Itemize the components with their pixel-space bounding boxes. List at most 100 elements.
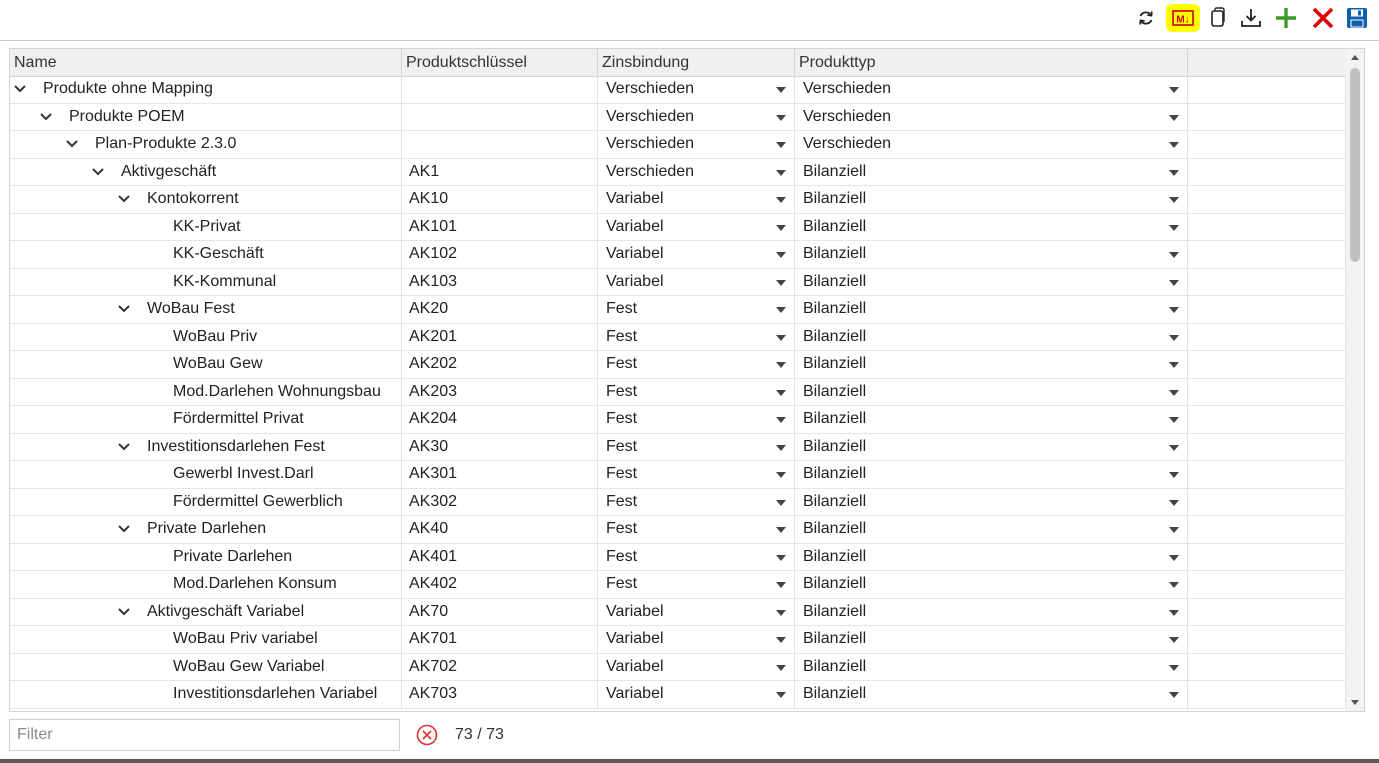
dropdown-arrow-icon[interactable] [776, 664, 786, 671]
dropdown-arrow-icon[interactable] [776, 499, 786, 506]
chevron-down-icon[interactable] [92, 167, 104, 177]
column-header-zinsbindung[interactable]: Zinsbindung [598, 49, 795, 76]
scrollbar-thumb[interactable] [1350, 68, 1360, 262]
dropdown-arrow-icon[interactable] [1169, 444, 1179, 451]
zinsbindung-dropdown[interactable]: Fest [598, 488, 795, 515]
zinsbindung-dropdown[interactable]: Fest [598, 296, 795, 323]
produkttyp-dropdown[interactable]: Bilanziell [795, 158, 1188, 185]
dropdown-arrow-icon[interactable] [1169, 664, 1179, 671]
table-row[interactable]: Kontokorrent AK10 Variabel Bilanziell [10, 186, 1346, 214]
tree-node-label[interactable]: WoBau Priv variabel [173, 626, 318, 652]
delete-button[interactable] [1308, 4, 1338, 32]
cell-produktschluessel[interactable]: AK203 [402, 378, 598, 405]
tree-node-label[interactable]: Aktivgeschäft [121, 159, 216, 185]
tree-node-label[interactable]: Plan-Produkte 2.3.0 [95, 131, 236, 157]
produkttyp-dropdown[interactable]: Verschieden [795, 103, 1188, 130]
cell-produktschluessel[interactable]: AK301 [402, 461, 598, 488]
zinsbindung-dropdown[interactable]: Variabel [598, 241, 795, 268]
cell-produktschluessel[interactable]: AK703 [402, 681, 598, 708]
tree-node-label[interactable]: Fördermittel Gewerblich [173, 489, 343, 515]
dropdown-arrow-icon[interactable] [776, 169, 786, 176]
produkttyp-dropdown[interactable]: Bilanziell [795, 323, 1188, 350]
tree-node-label[interactable]: Mod.Darlehen Wohnungsbau [173, 379, 381, 405]
dropdown-arrow-icon[interactable] [776, 87, 786, 93]
zinsbindung-dropdown[interactable]: Verschieden [598, 103, 795, 130]
tree-node-label[interactable]: Mod.Darlehen Konsum [173, 571, 337, 597]
clear-filter-icon[interactable] [416, 724, 438, 746]
dropdown-arrow-icon[interactable] [776, 472, 786, 478]
tree-node-label[interactable]: Private Darlehen [173, 544, 292, 570]
cell-produktschluessel[interactable]: AK202 [402, 351, 598, 378]
cell-produktschluessel[interactable]: AK1 [402, 158, 598, 185]
dropdown-arrow-icon[interactable] [1169, 224, 1179, 231]
zinsbindung-dropdown[interactable]: Fest [598, 433, 795, 460]
dropdown-arrow-icon[interactable] [776, 307, 786, 313]
table-row[interactable]: Produkte ohne Mapping Verschieden Verschie… [10, 76, 1346, 104]
dropdown-arrow-icon[interactable] [1169, 252, 1179, 258]
zinsbindung-dropdown[interactable]: Verschieden [598, 158, 795, 185]
produkttyp-dropdown[interactable]: Bilanziell [795, 351, 1188, 378]
dropdown-arrow-icon[interactable] [776, 334, 786, 341]
produkttyp-dropdown[interactable]: Bilanziell [795, 571, 1188, 598]
column-header-name[interactable]: Name [10, 49, 402, 76]
cell-produktschluessel[interactable] [402, 103, 598, 130]
dropdown-arrow-icon[interactable] [776, 197, 786, 203]
zinsbindung-dropdown[interactable]: Verschieden [598, 76, 795, 103]
dropdown-arrow-icon[interactable] [1169, 637, 1179, 643]
dropdown-arrow-icon[interactable] [776, 142, 786, 148]
tree-node-label[interactable]: WoBau Gew Variabel [173, 654, 324, 680]
table-row[interactable]: Investitionsdarlehen Fest AK30 Fest Bilanzi… [10, 433, 1346, 461]
tree-node-label[interactable]: Gewerbl Invest.Darl [173, 461, 314, 487]
tree-node-label[interactable]: KK-Geschäft [173, 241, 264, 267]
dropdown-arrow-icon[interactable] [1169, 527, 1179, 533]
table-row[interactable]: Produkte POEM Verschieden Verschieden [10, 103, 1346, 131]
table-row[interactable]: Fördermittel Privat AK204 Fest Bilanziell [10, 406, 1346, 434]
dropdown-arrow-icon[interactable] [1169, 417, 1179, 423]
add-button[interactable] [1271, 4, 1301, 32]
tree-node-label[interactable]: Fördermittel Privat [173, 406, 304, 432]
produkttyp-dropdown[interactable]: Bilanziell [795, 213, 1188, 240]
dropdown-arrow-icon[interactable] [1169, 87, 1179, 93]
dropdown-arrow-icon[interactable] [776, 389, 786, 396]
cell-produktschluessel[interactable]: AK402 [402, 571, 598, 598]
zinsbindung-dropdown[interactable]: Fest [598, 461, 795, 488]
vertical-scrollbar[interactable] [1346, 49, 1364, 711]
zinsbindung-dropdown[interactable]: Fest [598, 351, 795, 378]
cell-produktschluessel[interactable]: AK30 [402, 433, 598, 460]
save-button[interactable] [1342, 4, 1372, 32]
table-row[interactable]: Gewerbl Invest.Darl AK301 Fest Bilanziell [10, 461, 1346, 489]
chevron-down-icon[interactable] [118, 304, 130, 314]
produkttyp-dropdown[interactable]: Bilanziell [795, 626, 1188, 653]
tree-node-label[interactable]: Private Darlehen [147, 516, 266, 542]
cell-produktschluessel[interactable] [402, 76, 598, 103]
cell-produktschluessel[interactable]: AK701 [402, 626, 598, 653]
table-row[interactable]: Mod.Darlehen Konsum AK402 Fest Bilanziell [10, 571, 1346, 599]
dropdown-arrow-icon[interactable] [776, 279, 786, 286]
dropdown-arrow-icon[interactable] [1169, 609, 1179, 616]
dropdown-arrow-icon[interactable] [776, 252, 786, 258]
tree-node-label[interactable]: Investitionsdarlehen Variabel [173, 681, 377, 707]
produkttyp-dropdown[interactable]: Bilanziell [795, 406, 1188, 433]
cell-produktschluessel[interactable]: AK40 [402, 516, 598, 543]
zinsbindung-dropdown[interactable]: Variabel [598, 653, 795, 680]
download-button[interactable] [1236, 4, 1266, 32]
cell-produktschluessel[interactable]: AK201 [402, 323, 598, 350]
cell-produktschluessel[interactable]: AK302 [402, 488, 598, 515]
zinsbindung-dropdown[interactable]: Variabel [598, 268, 795, 295]
zinsbindung-dropdown[interactable]: Fest [598, 571, 795, 598]
table-row[interactable]: KK-Kommunal AK103 Variabel Bilanziell [10, 268, 1346, 296]
table-row[interactable]: Mod.Darlehen Wohnungsbau AK203 Fest Bilanzi… [10, 378, 1346, 406]
dropdown-arrow-icon[interactable] [1169, 307, 1179, 313]
column-header-produktschluessel[interactable]: Produktschlüssel [402, 49, 598, 76]
tree-node-label[interactable]: WoBau Priv [173, 324, 257, 350]
refresh-button[interactable] [1131, 4, 1161, 32]
zinsbindung-dropdown[interactable]: Variabel [598, 598, 795, 625]
tree-node-label[interactable]: Investitionsdarlehen Fest [147, 434, 325, 460]
zinsbindung-dropdown[interactable]: Fest [598, 378, 795, 405]
dropdown-arrow-icon[interactable] [776, 637, 786, 643]
zinsbindung-dropdown[interactable]: Fest [598, 323, 795, 350]
cell-produktschluessel[interactable]: AK401 [402, 543, 598, 570]
chevron-down-icon[interactable] [66, 139, 78, 149]
zinsbindung-dropdown[interactable]: Variabel [598, 213, 795, 240]
produkttyp-dropdown[interactable]: Bilanziell [795, 543, 1188, 570]
